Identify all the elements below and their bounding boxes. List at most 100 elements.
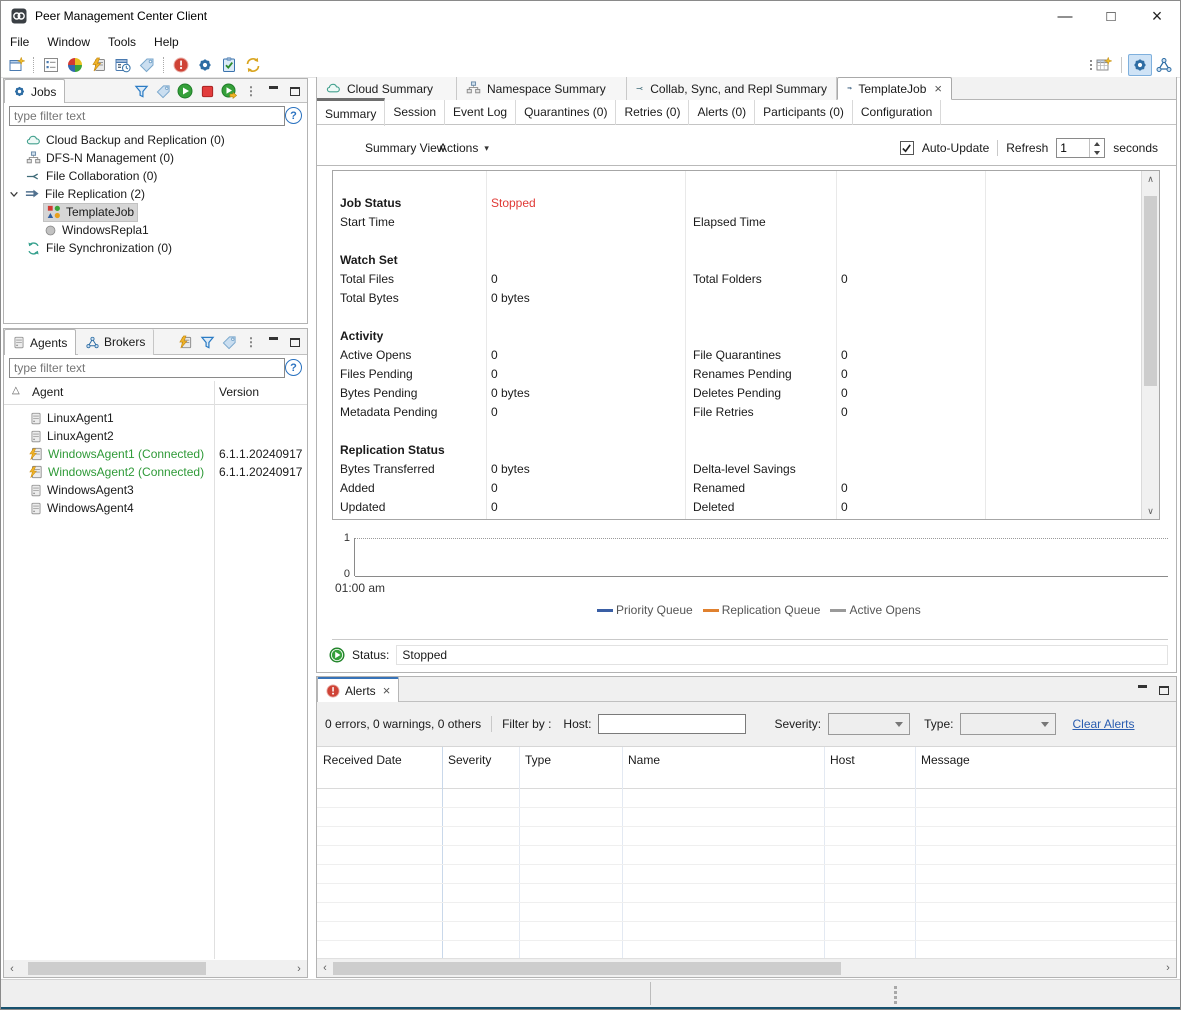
close-button[interactable]: ×: [1134, 1, 1180, 31]
menu-window[interactable]: Window: [38, 31, 99, 53]
subtab-retries[interactable]: Retries (0): [616, 100, 689, 125]
close-tab-icon[interactable]: ×: [383, 683, 391, 698]
refresh-value-input[interactable]: [1057, 139, 1089, 157]
filter-funnel-icon[interactable]: [131, 81, 151, 101]
close-tab-icon[interactable]: ×: [934, 81, 942, 96]
alerts-horizontal-scrollbar[interactable]: ‹ ›: [317, 958, 1176, 977]
tab-cloud-summary[interactable]: Cloud Summary: [317, 77, 457, 100]
stop-job-icon[interactable]: [197, 81, 217, 101]
scrollbar-thumb[interactable]: [1144, 196, 1157, 386]
tree-item-file-replication[interactable]: File Replication (2): [9, 185, 145, 203]
clipboard-check-icon[interactable]: [217, 54, 241, 76]
refresh-icon[interactable]: [241, 54, 265, 76]
tree-item-dfsn[interactable]: DFS-N Management (0): [26, 149, 174, 167]
maximize-button[interactable]: □: [1088, 1, 1134, 31]
spin-up-icon[interactable]: [1090, 139, 1104, 148]
minimize-view-icon[interactable]: [263, 332, 283, 352]
tag-icon[interactable]: [135, 54, 159, 76]
tab-alerts[interactable]: Alerts ×: [317, 677, 399, 702]
view-menu-icon[interactable]: ⋮: [241, 81, 261, 101]
subtab-quarantines[interactable]: Quarantines (0): [516, 100, 616, 125]
tree-item-cloud-backup[interactable]: Cloud Backup and Replication (0): [26, 131, 225, 149]
tab-namespace-summary[interactable]: Namespace Summary: [457, 77, 627, 100]
menu-help[interactable]: Help: [145, 31, 188, 53]
subtab-alerts[interactable]: Alerts (0): [689, 100, 755, 125]
host-filter-input[interactable]: [598, 714, 746, 734]
pie-chart-icon[interactable]: [63, 54, 87, 76]
menu-file[interactable]: File: [1, 31, 38, 53]
column-header[interactable]: Host: [824, 747, 915, 788]
column-header[interactable]: Type: [519, 747, 622, 788]
column-header[interactable]: Received Date: [317, 747, 442, 788]
clear-alerts-link[interactable]: Clear Alerts: [1072, 717, 1134, 731]
column-header[interactable]: Name: [622, 747, 824, 788]
view-menu-icon[interactable]: ⋮: [241, 332, 261, 352]
subtab-configuration[interactable]: Configuration: [853, 100, 941, 125]
column-header-version[interactable]: Version: [219, 385, 259, 399]
agent-row[interactable]: LinuxAgent1: [30, 409, 114, 427]
agent-flash-icon[interactable]: [175, 332, 195, 352]
subtab-participants[interactable]: Participants (0): [755, 100, 853, 125]
maximize-view-icon[interactable]: [285, 332, 305, 352]
new-job-icon[interactable]: [5, 54, 29, 76]
menu-tools[interactable]: Tools: [99, 31, 145, 53]
actions-dropdown[interactable]: Actions ▾: [439, 141, 489, 155]
sort-asc-icon[interactable]: △: [12, 385, 20, 396]
help-icon[interactable]: ?: [285, 359, 302, 376]
column-header[interactable]: Severity: [442, 747, 519, 788]
severity-dropdown[interactable]: [828, 713, 910, 735]
column-divider[interactable]: [214, 381, 215, 959]
column-header[interactable]: Message: [915, 747, 1176, 788]
tree-item-file-collaboration[interactable]: File Collaboration (0): [26, 167, 157, 185]
maximize-view-icon[interactable]: [285, 81, 305, 101]
column-header-agent[interactable]: Agent: [32, 385, 63, 399]
scroll-right-icon[interactable]: ›: [1160, 960, 1176, 977]
start-job-options-icon[interactable]: [219, 81, 239, 101]
tree-item-file-synchronization[interactable]: File Synchronization (0): [26, 239, 172, 257]
filter-funnel-icon[interactable]: [197, 332, 217, 352]
agent-flash-icon[interactable]: [87, 54, 111, 76]
minimize-view-icon[interactable]: [263, 81, 283, 101]
scroll-left-icon[interactable]: ‹: [4, 960, 20, 977]
tree-item-windowsrepla1[interactable]: WindowsRepla1: [44, 221, 149, 239]
checklist-icon[interactable]: [39, 54, 63, 76]
tag-icon[interactable]: [153, 81, 173, 101]
scrollbar-thumb[interactable]: [28, 962, 206, 975]
agent-row[interactable]: WindowsAgent2 (Connected) 6.1.1.20240917: [28, 463, 204, 481]
jobs-filter-input[interactable]: [9, 106, 285, 126]
agent-row[interactable]: WindowsAgent4: [30, 499, 134, 517]
start-job-icon[interactable]: [175, 81, 195, 101]
agent-row[interactable]: WindowsAgent3: [30, 481, 134, 499]
help-icon[interactable]: ?: [285, 107, 302, 124]
scroll-left-icon[interactable]: ‹: [317, 960, 333, 977]
new-table-icon[interactable]: [1092, 54, 1116, 76]
tab-brokers[interactable]: Brokers: [78, 329, 154, 355]
subtab-event-log[interactable]: Event Log: [445, 100, 516, 125]
agent-row[interactable]: WindowsAgent1 (Connected) 6.1.1.20240917: [28, 445, 204, 463]
network-perspective-icon[interactable]: [1152, 54, 1176, 76]
auto-update-checkbox[interactable]: [900, 141, 914, 155]
summary-vertical-scrollbar[interactable]: ∧ ∨: [1141, 171, 1159, 519]
agents-horizontal-scrollbar[interactable]: ‹ ›: [4, 960, 307, 977]
alert-icon[interactable]: [169, 54, 193, 76]
tab-templatejob[interactable]: TemplateJob ×: [837, 77, 952, 100]
calendar-icon[interactable]: [111, 54, 135, 76]
tab-agents[interactable]: Agents: [4, 329, 76, 355]
maximize-view-icon[interactable]: [1154, 680, 1174, 700]
scrollbar-thumb[interactable]: [333, 962, 841, 975]
agent-row[interactable]: LinuxAgent2: [30, 427, 114, 445]
scroll-up-icon[interactable]: ∧: [1142, 171, 1159, 187]
tree-item-templatejob[interactable]: TemplateJob: [44, 203, 137, 221]
tag-icon[interactable]: [219, 332, 239, 352]
tab-collab-sync-repl-summary[interactable]: Collab, Sync, and Repl Summary: [627, 77, 837, 100]
subtab-summary[interactable]: Summary: [317, 98, 385, 126]
minimize-view-icon[interactable]: [1132, 680, 1152, 700]
gear-perspective-icon[interactable]: [1128, 54, 1152, 76]
spin-down-icon[interactable]: [1090, 148, 1104, 157]
minimize-button[interactable]: —: [1042, 1, 1088, 31]
tab-jobs[interactable]: Jobs: [4, 79, 65, 103]
type-dropdown[interactable]: [960, 713, 1056, 735]
scroll-right-icon[interactable]: ›: [291, 960, 307, 977]
gear-icon[interactable]: [193, 54, 217, 76]
agents-filter-input[interactable]: [9, 358, 285, 378]
